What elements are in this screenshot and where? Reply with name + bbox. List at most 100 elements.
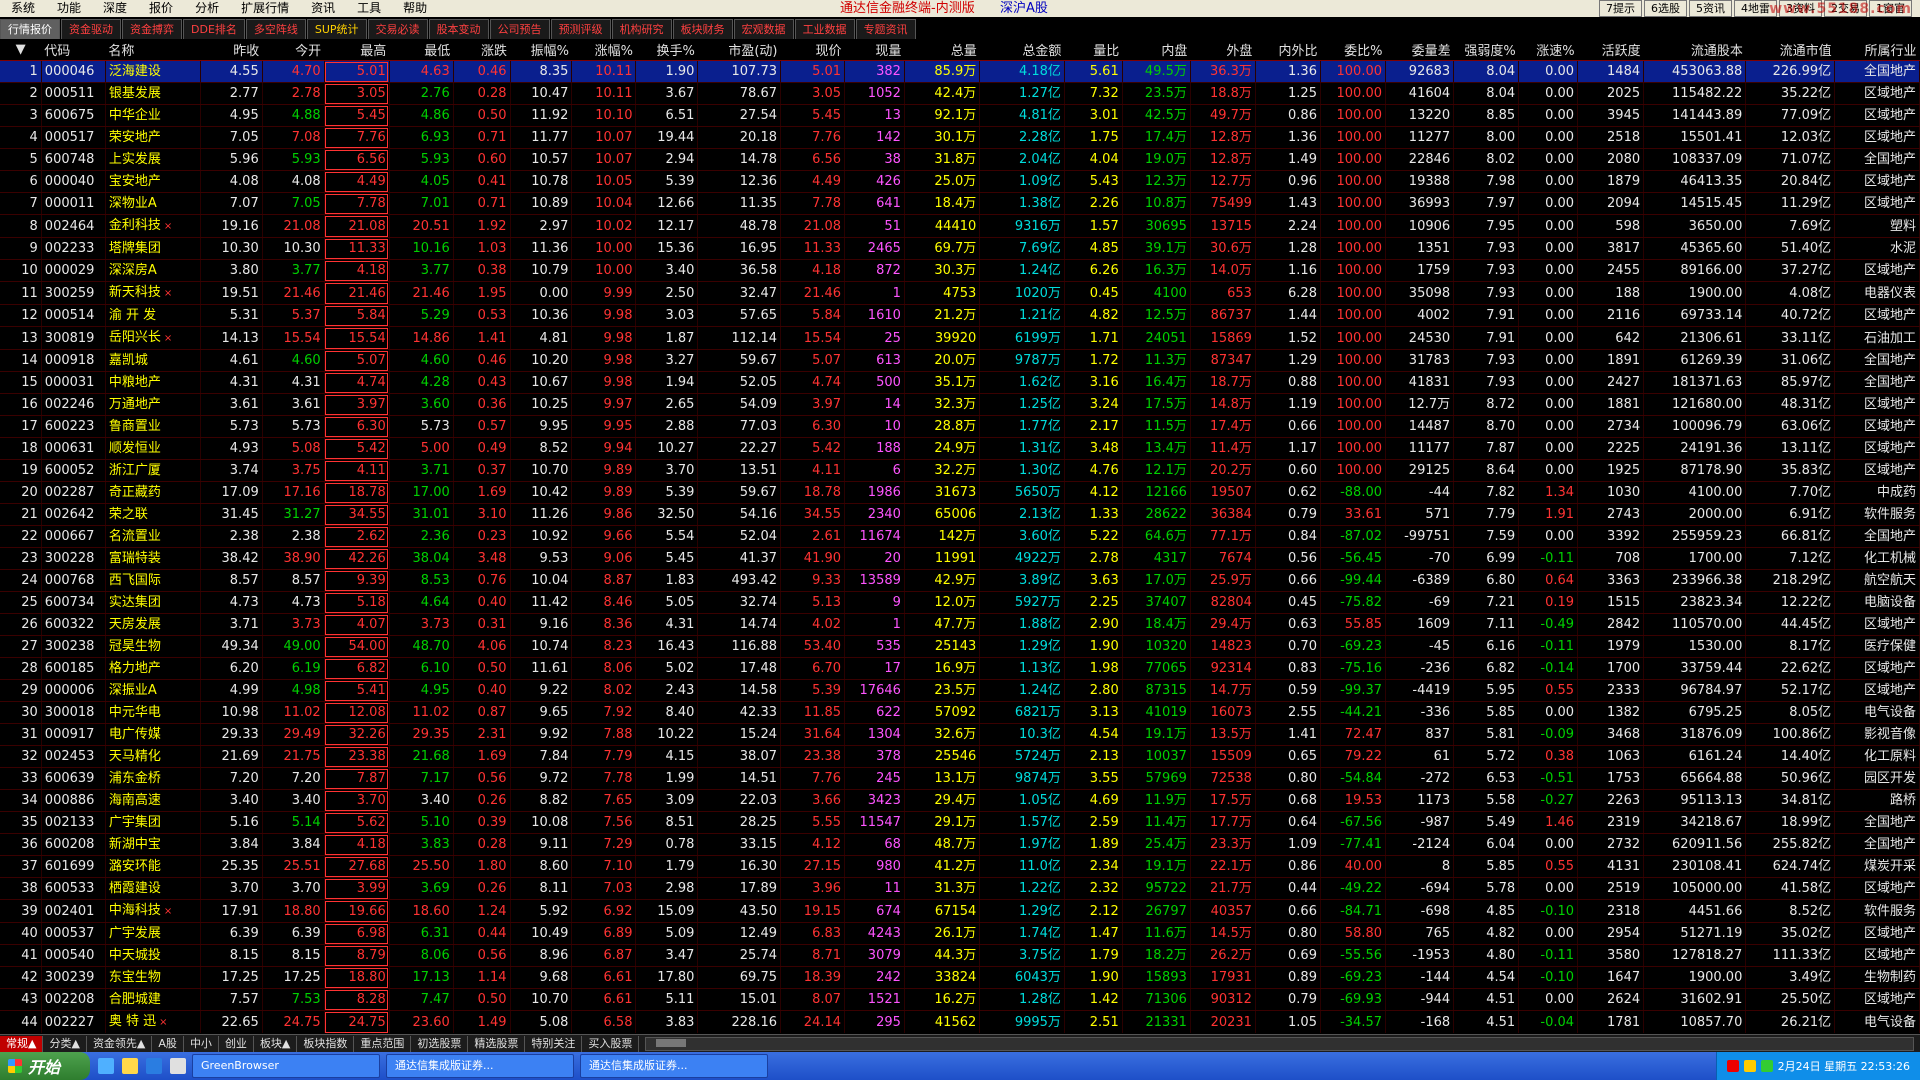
stock-name[interactable]: 冠昊生物 (105, 635, 201, 658)
stock-code[interactable]: 002401 (41, 899, 106, 923)
column-header-8[interactable]: 涨幅% (571, 39, 636, 61)
stock-name[interactable]: 海南高速 (105, 789, 201, 812)
stock-name[interactable]: 新天科技 × (105, 281, 201, 305)
menu-item-2[interactable]: 深度 (92, 0, 138, 17)
stock-name[interactable]: 中华企业 (105, 104, 201, 127)
bottom-tab-7[interactable]: 板块指数 (297, 1036, 355, 1052)
stock-code[interactable]: 000667 (41, 525, 106, 548)
menu-item-5[interactable]: 扩展行情 (230, 0, 300, 17)
bottom-tab-0[interactable]: 常规▲ (0, 1036, 44, 1052)
column-header-16[interactable]: 内盘 (1122, 39, 1191, 61)
menu-item-1[interactable]: 功能 (46, 0, 92, 17)
tab-5[interactable]: SUP统计 (306, 19, 367, 39)
tab-14[interactable]: 专题资讯 (855, 19, 916, 39)
tray-app-icon[interactable] (1726, 1060, 1739, 1072)
table-row[interactable]: 8 002464 金利科技 × 19.16 21.08 21.08 20.51 1.92 2.97… (0, 214, 1920, 238)
column-header-23[interactable]: 活跃度 (1577, 39, 1644, 61)
stock-name[interactable]: 电广传媒 (105, 723, 201, 746)
stock-name[interactable]: 栖霞建设 (105, 877, 201, 900)
table-row[interactable]: 29 000006 深振业A 4.99 4.98 5.41 4.95 0.40 9.22 8.02… (0, 679, 1920, 702)
stock-name[interactable]: 中天城投 (105, 944, 201, 967)
menu-item-3[interactable]: 报价 (138, 0, 184, 17)
column-header-22[interactable]: 涨速% (1518, 39, 1578, 61)
stock-name[interactable]: 万通地产 (105, 393, 201, 416)
stock-name[interactable]: 深物业A (105, 192, 201, 215)
stock-code[interactable]: 000514 (41, 304, 106, 327)
stock-code[interactable]: 002208 (41, 988, 106, 1011)
column-header-3[interactable]: 今开 (262, 39, 325, 61)
table-row[interactable]: 21 002642 荣之联 31.45 31.27 34.55 31.01 3.10 11.26… (0, 503, 1920, 526)
table-row[interactable]: 41 000540 中天城投 8.15 8.15 8.79 8.06 0.56 8.96 6.87… (0, 944, 1920, 967)
stock-name[interactable]: 广宇发展 (105, 922, 201, 945)
tab-2[interactable]: 资金搏弈 (122, 19, 182, 39)
table-row[interactable]: 26 600322 天房发展 3.71 3.73 4.07 3.73 0.31 9.16 8.36… (0, 613, 1920, 636)
stock-name[interactable]: 西飞国际 (105, 569, 201, 592)
stock-code[interactable]: 600322 (41, 613, 106, 636)
table-row[interactable]: 5 600748 上实发展 5.96 5.93 6.56 5.93 0.60 10.57 10.0… (0, 148, 1920, 171)
column-header-11[interactable]: 现价 (780, 39, 845, 61)
table-row[interactable]: 23 300228 富瑞特装 38.42 38.90 42.26 38.04 3.48 9.53… (0, 547, 1920, 570)
stock-name[interactable]: 中海科技 × (105, 899, 201, 923)
stock-name[interactable]: 东宝生物 (105, 966, 201, 989)
stock-name[interactable]: 格力地产 (105, 657, 201, 680)
stock-code[interactable]: 000029 (41, 259, 106, 282)
stock-code[interactable]: 000517 (41, 126, 106, 149)
column-header-1[interactable]: 名称 (105, 39, 201, 61)
stock-code[interactable]: 000537 (41, 922, 106, 945)
bottom-tab-1[interactable]: 分类▲ (43, 1036, 87, 1052)
table-row[interactable]: 33 600639 浦东金桥 7.20 7.20 7.87 7.17 0.56 9.72 7.78… (0, 767, 1920, 790)
stock-name[interactable]: 广宇集团 (105, 811, 201, 834)
stock-name[interactable]: 上实发展 (105, 148, 201, 171)
stock-name[interactable]: 合肥城建 (105, 988, 201, 1011)
table-row[interactable]: 10 000029 深深房A 3.80 3.77 4.18 3.77 0.38 10.79 10.… (0, 259, 1920, 282)
stock-code[interactable]: 300238 (41, 635, 106, 658)
stock-code[interactable]: 601699 (41, 855, 106, 878)
column-header-14[interactable]: 总金额 (979, 39, 1065, 61)
column-header-24[interactable]: 流通股本 (1643, 39, 1746, 61)
stock-code[interactable]: 002133 (41, 811, 106, 834)
table-row[interactable]: 12 000514 渝 开 发 5.31 5.37 5.84 5.29 0.53 10.36 9.… (0, 304, 1920, 327)
stock-name[interactable]: 中元华电 (105, 701, 201, 724)
stock-name[interactable]: 岳阳兴长 × (105, 326, 201, 350)
stock-name[interactable]: 名流置业 (105, 525, 201, 548)
tab-9[interactable]: 预测评级 (550, 19, 611, 39)
column-header-20[interactable]: 委量差 (1385, 39, 1454, 61)
stock-code[interactable]: 002287 (41, 481, 106, 504)
stock-code[interactable]: 000031 (41, 371, 106, 394)
table-row[interactable]: 2 000511 银基发展 2.77 2.78 3.05 2.76 0.28 10.47 10.1… (0, 82, 1920, 105)
stock-code[interactable]: 600185 (41, 657, 106, 680)
stock-name[interactable]: 荣安地产 (105, 126, 201, 149)
start-button[interactable]: 开始 (0, 1052, 90, 1080)
tab-1[interactable]: 资金驱动 (61, 19, 121, 39)
quicklaunch-ie-icon[interactable] (146, 1058, 162, 1074)
table-row[interactable]: 38 600533 栖霞建设 3.70 3.70 3.99 3.69 0.26 8.11 7.03… (0, 877, 1920, 900)
stock-code[interactable]: 000040 (41, 170, 106, 193)
column-header-19[interactable]: 委比% (1320, 39, 1386, 61)
table-row[interactable]: 32 002453 天马精化 21.69 21.75 23.38 21.68 1.69 7.84… (0, 745, 1920, 768)
column-header-2[interactable]: 昨收 (200, 39, 263, 61)
stock-code[interactable]: 300259 (41, 281, 106, 305)
stock-code[interactable]: 002246 (41, 393, 106, 416)
stock-name[interactable]: 荣之联 (105, 503, 201, 526)
stock-code[interactable]: 600052 (41, 459, 106, 482)
stock-name[interactable]: 中粮地产 (105, 371, 201, 394)
stock-name[interactable]: 嘉凯城 (105, 349, 201, 372)
stock-code[interactable]: 300819 (41, 326, 106, 350)
stock-code[interactable]: 000886 (41, 789, 106, 812)
sort-toggle[interactable]: ▼ (0, 39, 42, 61)
column-header-25[interactable]: 流通市值 (1745, 39, 1835, 61)
stock-code[interactable]: 000006 (41, 679, 106, 702)
column-header-7[interactable]: 振幅% (510, 39, 572, 61)
menu-item-8[interactable]: 帮助 (392, 0, 438, 17)
stock-name[interactable]: 奇正藏药 (105, 481, 201, 504)
menu-item-6[interactable]: 资讯 (300, 0, 346, 17)
table-row[interactable]: 43 002208 合肥城建 7.57 7.53 8.28 7.47 0.50 10.70 6.6… (0, 988, 1920, 1011)
stock-name[interactable]: 金利科技 × (105, 214, 201, 238)
table-row[interactable]: 37 601699 潞安环能 25.35 25.51 27.68 25.50 1.80 8.60… (0, 855, 1920, 878)
table-row[interactable]: 25 600734 实达集团 4.73 4.73 5.18 4.64 0.40 11.42 8.4… (0, 591, 1920, 614)
stock-name[interactable]: 奥 特 迅 × (105, 1010, 201, 1033)
table-row[interactable]: 19 600052 浙江广厦 3.74 3.75 4.11 3.71 0.37 10.70 9.8… (0, 459, 1920, 482)
table-row[interactable]: 3 600675 中华企业 4.95 4.88 5.45 4.86 0.50 11.92 10.1… (0, 104, 1920, 127)
table-row[interactable]: 39 002401 中海科技 × 17.91 18.80 19.66 18.60 1.24 5.9… (0, 899, 1920, 923)
table-row[interactable]: 24 000768 西飞国际 8.57 8.57 9.39 8.53 0.76 10.04 8.8… (0, 569, 1920, 592)
